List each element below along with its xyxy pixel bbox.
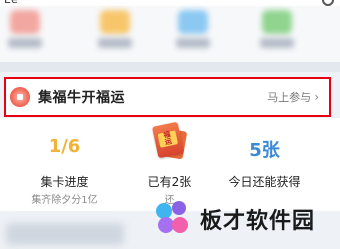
progress-sub: 集齐除夕分1亿 — [31, 195, 98, 206]
app-icon[interactable] — [10, 10, 40, 34]
watermark: 板才软件园 — [154, 196, 340, 242]
app-label — [98, 38, 132, 48]
remaining-value: 5张 — [249, 140, 280, 161]
app-icon[interactable] — [178, 10, 208, 34]
blurred-content — [6, 223, 124, 245]
progress-value: 1/6 — [48, 136, 81, 157]
progress-label: 集卡进度 — [40, 175, 89, 189]
status-bar: Ee — [0, 0, 340, 6]
corner-text: Ee — [4, 0, 18, 6]
fu-card-icon — [10, 87, 30, 107]
join-now-link[interactable]: 马上参与 › — [267, 89, 319, 105]
app-icon[interactable] — [100, 10, 130, 34]
join-now-label: 马上参与 — [267, 91, 312, 104]
chevron-right-icon: › — [314, 90, 319, 104]
app-label — [176, 38, 210, 48]
app-icon-strip: Ee — [0, 0, 340, 62]
app-label — [8, 38, 42, 48]
remaining-label: 今日还能获得 — [228, 175, 301, 189]
fu-card-stack-icon: 福 运 — [151, 121, 185, 159]
watermark-logo-icon — [154, 199, 194, 239]
app-icon[interactable] — [262, 10, 292, 34]
app-label — [260, 38, 294, 48]
collect-fu-banner[interactable]: 集福牛开福运 马上参与 › — [4, 77, 331, 117]
watermark-text: 板才软件园 — [200, 209, 316, 234]
fu-badge-text: 福 运 — [157, 130, 179, 148]
progress-stat[interactable]: 1/6 集卡进度 集齐除夕分1亿 — [8, 118, 121, 211]
banner-title: 集福牛开福运 — [38, 90, 125, 106]
section-divider — [0, 62, 340, 72]
settings-icon[interactable] — [322, 0, 334, 6]
